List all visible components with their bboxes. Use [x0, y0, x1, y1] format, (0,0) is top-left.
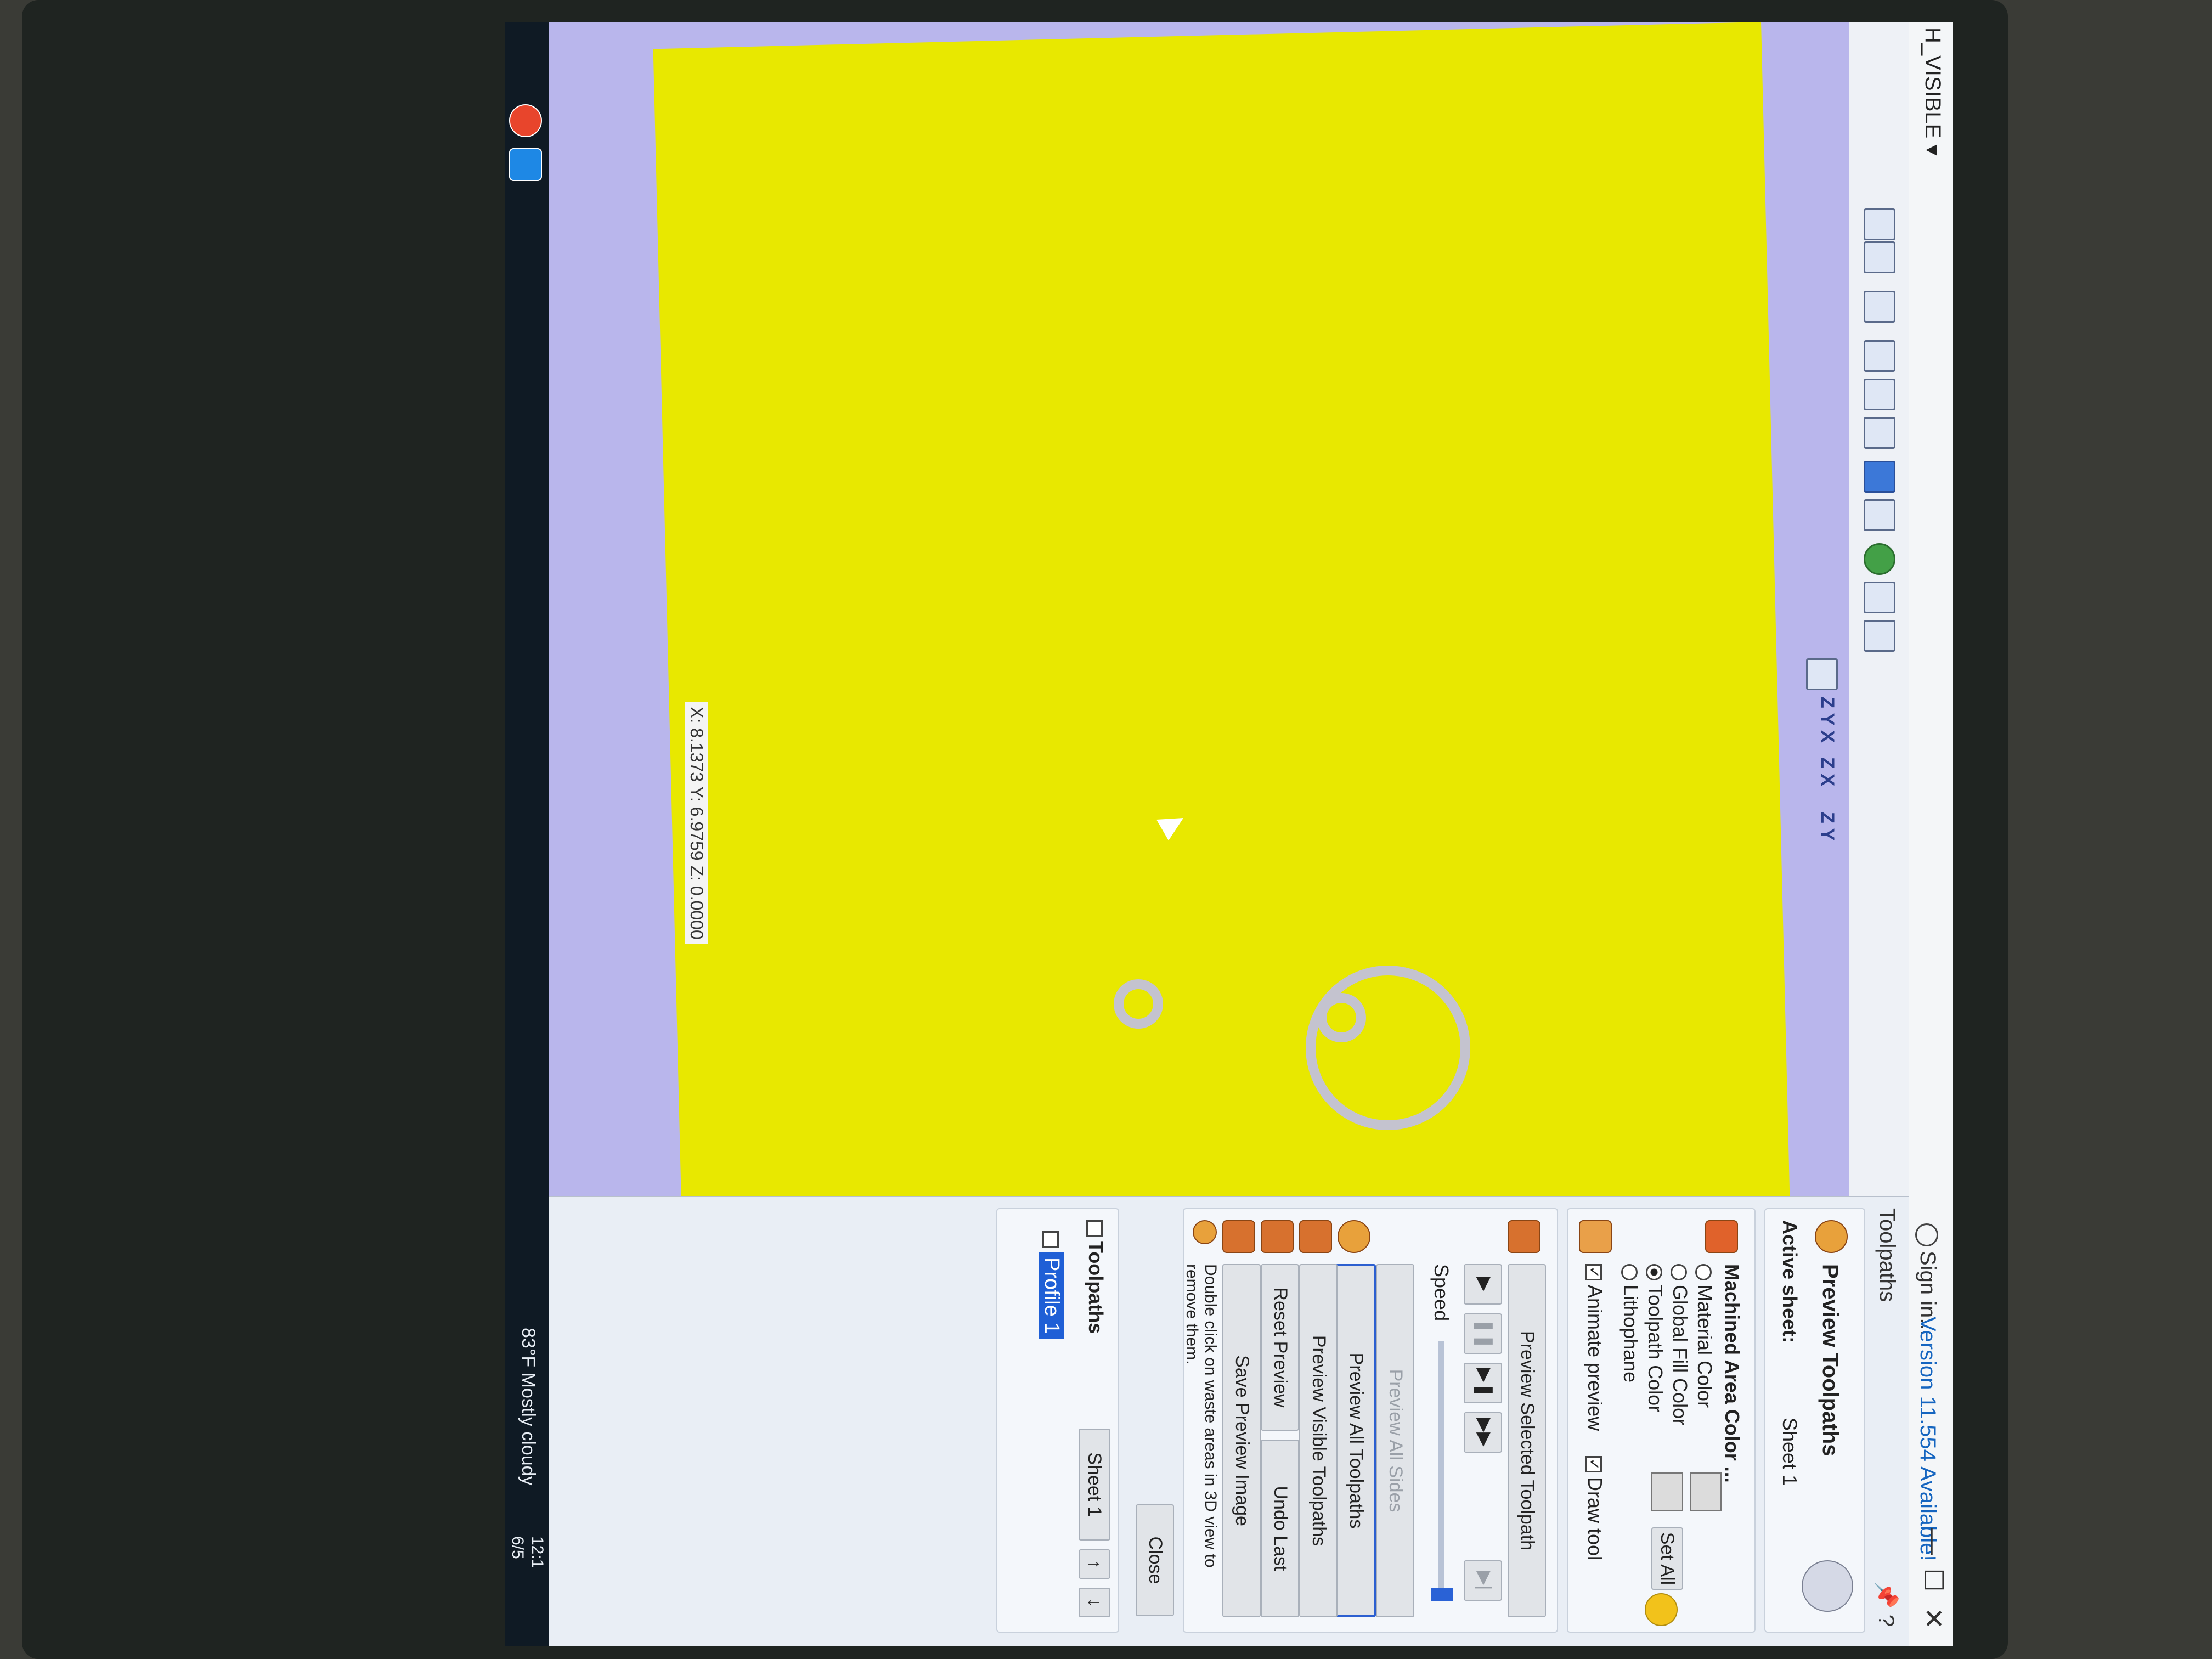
screen: H_VISIBLE ▾ Sign in... Version 11.554 Av…: [505, 22, 1953, 1646]
waste-areas-hint: Double click on waste areas in 3D view t…: [1183, 1264, 1220, 1568]
material-color-radio[interactable]: [1695, 1264, 1712, 1280]
view-top-icon[interactable]: Z Y X: [1816, 697, 1838, 743]
preview-selected-toolpath-button[interactable]: Preview Selected Toolpath: [1508, 1264, 1546, 1617]
3d-view[interactable]: Z Y X Z X Z Y X: 8.1373 Y: 6.9759 Z: 0.0…: [505, 22, 1849, 1196]
toolpaths-tab[interactable]: Toolpaths: [1875, 1208, 1899, 1302]
draw-tool-checkbox[interactable]: ✓: [1585, 1456, 1602, 1472]
material-color-option[interactable]: Material Color: [1693, 1264, 1716, 1408]
global-fill-color-radio[interactable]: [1670, 1264, 1687, 1280]
profile-1-checkbox[interactable]: [1042, 1231, 1059, 1248]
visible-menu[interactable]: H_VISIBLE ▾: [1920, 27, 1945, 156]
title-bar: H_VISIBLE ▾ Sign in... Version 11.554 Av…: [1909, 22, 1953, 1646]
preview-visible-icon: [1299, 1220, 1332, 1253]
layers-icon[interactable]: [1864, 582, 1895, 613]
step-button[interactable]: ▶❚: [1464, 1363, 1502, 1403]
reset-preview-button[interactable]: Reset Preview: [1261, 1264, 1299, 1431]
animate-icon: [1579, 1220, 1612, 1253]
toolpaths-panel: Toolpaths 📌 ? Preview Toolpaths Active s…: [505, 1196, 1909, 1646]
machined-area-color-label: Machined Area Color ...: [1721, 1264, 1743, 1483]
speed-slider[interactable]: [1438, 1341, 1444, 1600]
snap-icon[interactable]: [1864, 499, 1895, 531]
green-dot-icon[interactable]: [1864, 543, 1895, 575]
waste-hint-icon: [1193, 1220, 1217, 1244]
panel-title: Preview Toolpaths: [1818, 1264, 1842, 1457]
speed-label: Speed: [1430, 1264, 1453, 1322]
toolpath-color-radio[interactable]: [1645, 1264, 1662, 1280]
preview-header: Preview Toolpaths Active sheet: Sheet 1: [1764, 1208, 1865, 1633]
profile-1-item[interactable]: Profile 1: [1039, 1231, 1064, 1340]
preview-all-sides-button[interactable]: Preview All Sides: [1376, 1264, 1414, 1617]
user-icon: [1915, 1223, 1938, 1246]
view-front-icon[interactable]: Z X: [1816, 757, 1838, 786]
taskbar: 83°F Mostly cloudy 12:1 6/5: [505, 22, 549, 1646]
window-icon[interactable]: [1864, 208, 1895, 240]
close-preview-button[interactable]: Close: [1136, 1504, 1174, 1616]
pan-icon[interactable]: [1864, 291, 1895, 323]
render-icon[interactable]: [1864, 620, 1895, 652]
maximize-button[interactable]: ☐: [1918, 1564, 1949, 1596]
save-preview-image-button[interactable]: Save Preview Image: [1222, 1264, 1261, 1617]
sun-icon: [1645, 1593, 1678, 1626]
undo-last-button[interactable]: Undo Last: [1261, 1440, 1299, 1617]
material-block: [653, 22, 1797, 1196]
machined-color-icon: [1705, 1220, 1738, 1253]
lithophane-radio[interactable]: [1621, 1264, 1638, 1280]
draw-tool-option[interactable]: ✓Draw tool: [1583, 1456, 1606, 1560]
toolpath-color-option[interactable]: Toolpath Color: [1644, 1264, 1667, 1412]
center-ring: [1306, 966, 1470, 1130]
version-available-link[interactable]: Version 11.554 Available!: [1915, 1317, 1940, 1561]
machined-area-color-group: Machined Area Color ... Material Color G…: [1567, 1208, 1756, 1633]
skip-end-button[interactable]: ▶|: [1464, 1560, 1502, 1601]
view-toolbar: [1848, 22, 1909, 1196]
speed-slider-thumb[interactable]: [1431, 1588, 1453, 1601]
palette-icon[interactable]: [1802, 1560, 1853, 1612]
reset-preview-icon: [1261, 1220, 1294, 1253]
mail-icon[interactable]: [509, 148, 542, 181]
active-sheet-value: Sheet 1: [1779, 1418, 1801, 1486]
toolpaths-visibility-checkbox[interactable]: [1086, 1220, 1103, 1237]
toolpaths-tree-header[interactable]: Toolpaths: [1084, 1220, 1107, 1334]
refresh-icon[interactable]: [1864, 461, 1895, 493]
zoom-fit-icon[interactable]: [1864, 340, 1895, 372]
animate-preview-option[interactable]: ✓Animate preview: [1583, 1264, 1606, 1431]
clock-date[interactable]: 6/5: [508, 1536, 527, 1559]
active-sheet-label: Active sheet:: [1779, 1220, 1801, 1344]
preview-controls-group: Preview Selected Toolpath ▶ ❚❚ ▶❚ ▶▶ ▶| …: [1183, 1208, 1558, 1633]
pin-help-icons[interactable]: 📌 ?: [1874, 1581, 1899, 1627]
minimize-button[interactable]: —: [1918, 1525, 1949, 1558]
preview-all-toolpaths-button[interactable]: Preview All Toolpaths: [1335, 1264, 1376, 1617]
save-image-icon: [1222, 1220, 1255, 1253]
view-side-icon[interactable]: Z Y: [1816, 812, 1838, 840]
global-fill-color-option[interactable]: Global Fill Color: [1668, 1264, 1691, 1425]
toolpaths-tree: Toolpaths Sheet 1 ↑ ↓ Profile 1: [996, 1208, 1119, 1633]
toolpath-color-swatch[interactable]: [1651, 1472, 1683, 1511]
fast-forward-button[interactable]: ▶▶: [1464, 1412, 1502, 1453]
preview-toolpaths-icon: [1815, 1220, 1848, 1253]
preview-selected-icon: [1508, 1220, 1541, 1253]
left-hole-ring: [1114, 979, 1163, 1029]
move-down-button[interactable]: ↓: [1079, 1588, 1110, 1617]
close-button[interactable]: ✕: [1918, 1602, 1949, 1635]
global-fill-color-swatch[interactable]: [1690, 1472, 1722, 1511]
play-button[interactable]: ▶: [1464, 1264, 1502, 1305]
grid-icon[interactable]: [1864, 241, 1895, 273]
set-all-button[interactable]: Set All: [1651, 1527, 1683, 1590]
move-up-button[interactable]: ↑: [1079, 1549, 1110, 1579]
animate-preview-checkbox[interactable]: ✓: [1585, 1264, 1602, 1280]
pause-button[interactable]: ❚❚: [1464, 1313, 1502, 1354]
clock-time[interactable]: 12:1: [528, 1536, 546, 1568]
preview-visible-toolpaths-button[interactable]: Preview Visible Toolpaths: [1299, 1264, 1338, 1617]
lithophane-option[interactable]: Lithophane: [1619, 1264, 1642, 1383]
preview-all-icon: [1338, 1220, 1370, 1253]
cursor-coordinates: X: 8.1373 Y: 6.9759 Z: 0.0000: [685, 702, 708, 944]
weather-widget[interactable]: 83°F Mostly cloudy: [517, 1328, 539, 1486]
chrome-icon[interactable]: [509, 104, 542, 137]
zoom-box-icon[interactable]: [1864, 379, 1895, 410]
zoom-icon[interactable]: [1864, 417, 1895, 449]
right-hole-ring: [1317, 993, 1366, 1042]
view-iso-icon[interactable]: [1806, 658, 1838, 690]
sheet-select[interactable]: Sheet 1: [1079, 1429, 1110, 1541]
